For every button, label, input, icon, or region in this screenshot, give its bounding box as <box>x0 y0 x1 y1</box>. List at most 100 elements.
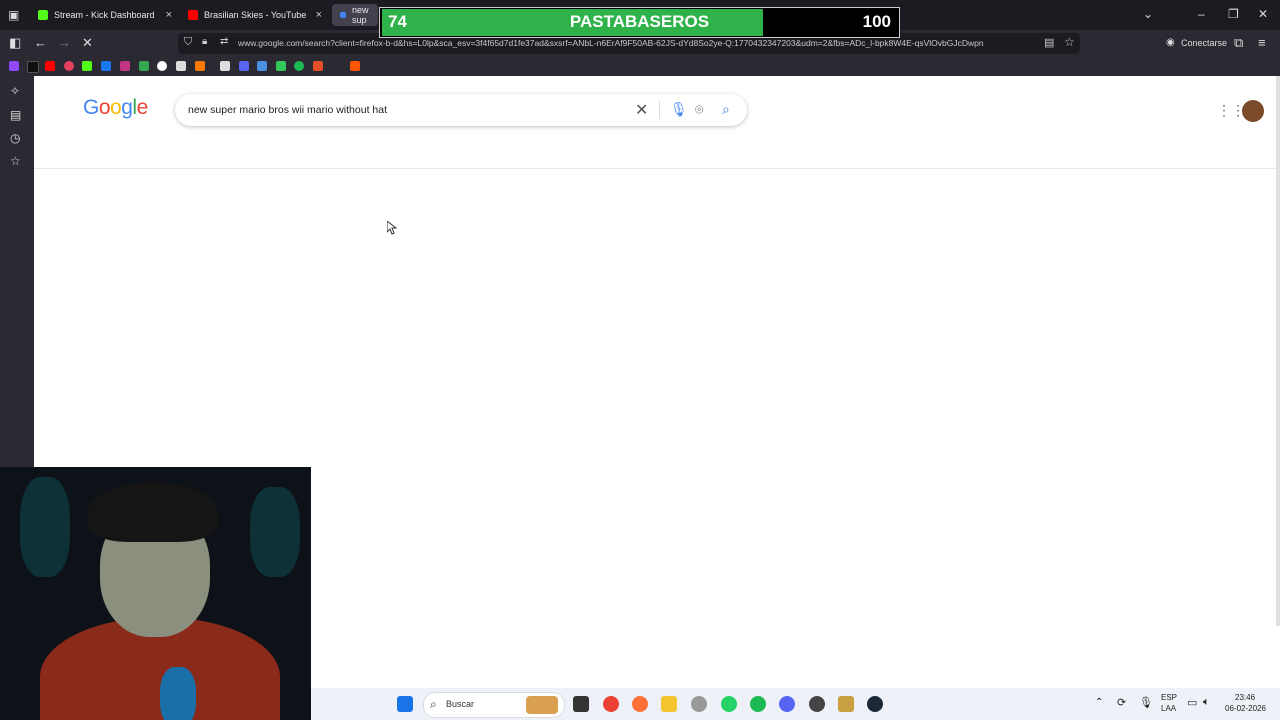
forward-icon[interactable]: → <box>58 35 71 50</box>
spotify-icon[interactable] <box>750 696 766 712</box>
tab-google-search[interactable]: new sup <box>332 4 378 26</box>
discord-icon[interactable] <box>779 696 795 712</box>
microphone <box>160 667 196 720</box>
camera-icon[interactable]: ⌾ <box>695 101 703 118</box>
shield-icon[interactable]: ⛉ <box>184 36 192 49</box>
game-icon[interactable] <box>838 696 854 712</box>
reader-view-icon[interactable]: ▤ <box>1044 36 1054 49</box>
meta-icon[interactable] <box>101 61 111 71</box>
bookmark-icon[interactable] <box>176 61 186 71</box>
microphone-icon[interactable]: 🎙︎ <box>1139 696 1153 709</box>
avatar[interactable] <box>1242 100 1264 122</box>
bookmarks-icon[interactable]: ☆ <box>10 154 21 168</box>
instagram-icon[interactable] <box>120 61 130 71</box>
bookmark-icon[interactable] <box>276 61 286 71</box>
app-icon[interactable] <box>691 696 707 712</box>
search-highlight-icon <box>526 696 558 714</box>
bookmark-icon[interactable] <box>313 61 323 71</box>
close-icon[interactable]: × <box>316 9 322 21</box>
obs-icon[interactable] <box>809 696 825 712</box>
account-icon[interactable]: ◉ <box>1166 37 1175 48</box>
tab-kick-dashboard[interactable]: Stream - Kick Dashboard × <box>30 4 178 26</box>
url-text[interactable]: www.google.com/search?client=firefox-b-d… <box>238 38 1018 48</box>
youtube-icon[interactable] <box>45 61 55 71</box>
extensions-icon[interactable]: ⧉ <box>1234 35 1243 51</box>
person-hair <box>88 482 218 542</box>
bookmark-icon[interactable] <box>195 61 205 71</box>
divider <box>659 101 660 119</box>
search-box[interactable]: new super mario bros wii mario without h… <box>175 94 747 126</box>
task-view-icon[interactable] <box>573 696 589 712</box>
cursor-icon <box>387 221 397 235</box>
tab-youtube[interactable]: Brasilian Skies - YouTube × <box>180 4 328 26</box>
back-icon[interactable]: ← <box>34 35 47 50</box>
file-explorer-icon[interactable] <box>661 696 677 712</box>
search-input[interactable]: new super mario bros wii mario without h… <box>188 104 387 116</box>
youtube-icon <box>188 10 198 20</box>
goal-target-value: 100 <box>862 12 891 31</box>
clear-icon[interactable]: ✕ <box>635 100 648 120</box>
taskbar: ⌕ Buscar ⌃ ⟳ 🎙︎ ESP LAA ▭ 🔈︎ 23:46 06-02… <box>311 688 1280 720</box>
sidebar-toggle-icon[interactable]: ◧ <box>9 35 21 51</box>
tab-label: Stream - Kick Dashboard <box>54 10 155 20</box>
steam-icon[interactable] <box>867 696 883 712</box>
search-icon: ⌕ <box>430 697 437 711</box>
whatsapp-icon[interactable] <box>721 696 737 712</box>
tab-label: new sup <box>352 5 369 25</box>
search-icon[interactable]: ⌕ <box>722 101 730 118</box>
discord-icon[interactable] <box>239 61 249 71</box>
webcam-feed <box>0 467 311 720</box>
tiktok-icon[interactable] <box>27 61 39 73</box>
goal-title: PASTABASEROS <box>569 12 710 31</box>
stream-goal-overlay: 74 PASTABASEROS 100 <box>379 7 900 38</box>
minimize-icon[interactable]: – <box>1198 7 1205 21</box>
tab-list-icon[interactable]: ▣ <box>8 8 19 22</box>
language-top[interactable]: ESP <box>1161 693 1177 702</box>
kick-icon[interactable] <box>82 61 92 71</box>
loading-icon <box>340 12 346 18</box>
clock-date[interactable]: 06-02-2026 <box>1225 704 1266 713</box>
windows-start-icon[interactable] <box>397 696 413 712</box>
bookmark-icon[interactable] <box>257 61 267 71</box>
browser-sidebar: ✧ ▤ ◷ ☆ <box>0 76 34 468</box>
google-logo[interactable]: Google <box>83 96 148 120</box>
bookmark-icon[interactable] <box>157 61 167 71</box>
lock-icon[interactable]: 🔒︎ <box>202 36 207 47</box>
drive-icon[interactable] <box>139 61 149 71</box>
background-light <box>250 487 300 577</box>
network-icon[interactable]: ▭ <box>1187 696 1197 709</box>
bookmarks-toolbar <box>0 57 1280 76</box>
volume-icon[interactable]: 🔈︎ <box>1203 696 1210 709</box>
scrollbar[interactable] <box>1276 76 1280 626</box>
microphone-icon[interactable]: 🎙︎ <box>670 101 688 118</box>
tab-label: Brasilian Skies - YouTube <box>204 10 307 20</box>
history-icon[interactable]: ◷ <box>10 131 20 145</box>
stop-icon[interactable]: ✕ <box>82 35 93 51</box>
kick-icon <box>38 10 48 20</box>
menu-icon[interactable]: ≡ <box>1258 35 1266 50</box>
pinterest-icon[interactable] <box>64 61 74 71</box>
taskbar-search[interactable]: ⌕ Buscar <box>423 692 565 718</box>
account-button[interactable]: Conectarse <box>1181 38 1227 48</box>
clock-time[interactable]: 23:46 <box>1235 693 1255 702</box>
chrome-icon[interactable] <box>603 696 619 712</box>
permissions-icon[interactable]: ⇄ <box>220 36 228 47</box>
ai-chat-icon[interactable]: ✧ <box>10 84 20 98</box>
close-icon[interactable]: × <box>166 9 172 21</box>
chevron-down-icon[interactable]: ⌄ <box>1143 7 1153 21</box>
divider <box>34 168 1276 169</box>
taskbar-search-label: Buscar <box>446 699 475 709</box>
bookmark-star-icon[interactable]: ☆ <box>1064 35 1075 49</box>
firefox-icon[interactable] <box>632 696 648 712</box>
spotify-icon[interactable] <box>294 61 304 71</box>
soundcloud-icon[interactable] <box>350 61 360 71</box>
chevron-up-icon[interactable]: ⌃ <box>1095 697 1103 708</box>
language-bottom[interactable]: LAA <box>1161 704 1176 713</box>
sync-icon[interactable]: ⟳ <box>1117 696 1126 709</box>
bookmark-icon[interactable] <box>220 61 230 71</box>
maximize-icon[interactable]: ❐ <box>1228 7 1239 21</box>
twitch-icon[interactable] <box>9 61 19 71</box>
background-light <box>20 477 70 577</box>
synced-tabs-icon[interactable]: ▤ <box>10 108 21 122</box>
window-close-icon[interactable]: ✕ <box>1258 7 1268 21</box>
